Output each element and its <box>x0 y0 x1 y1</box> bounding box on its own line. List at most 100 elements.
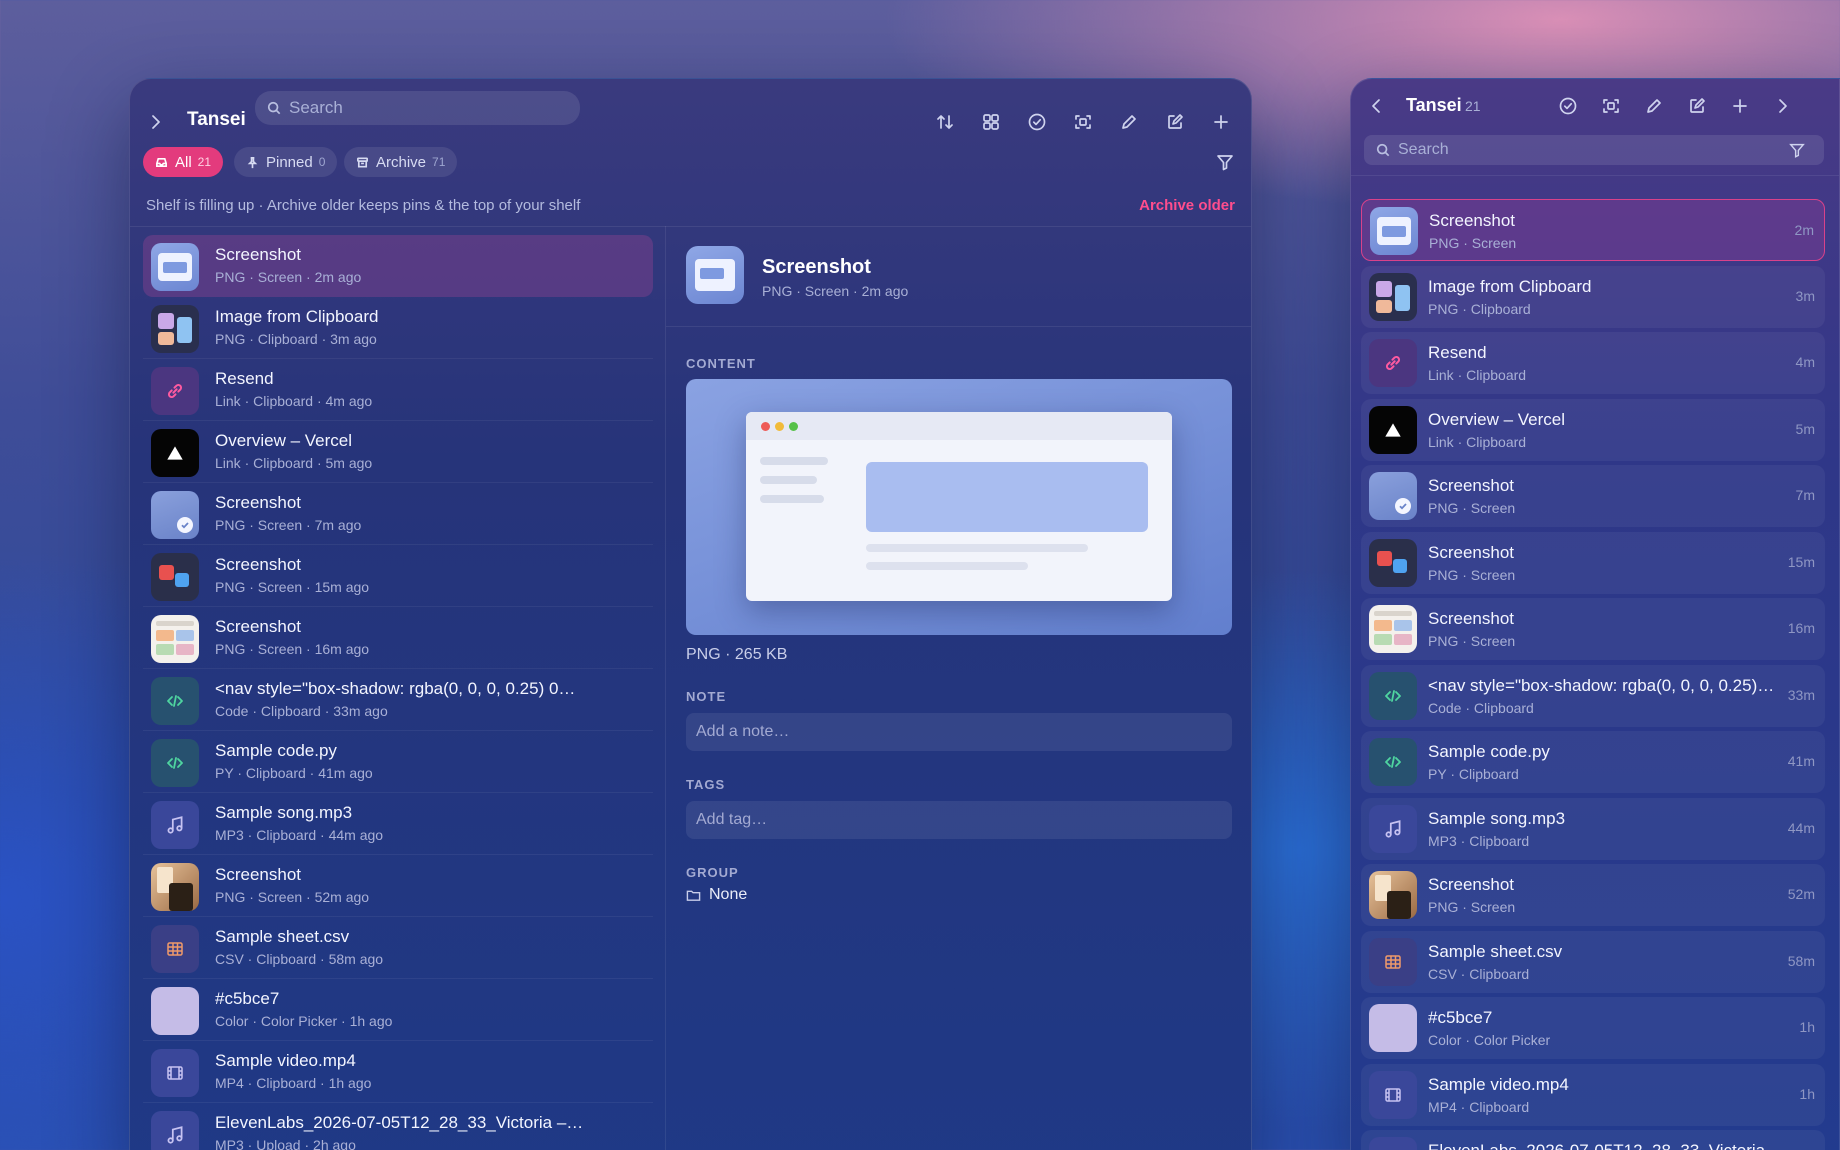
item-age: 33m <box>1787 686 1815 703</box>
screenshot-thumbnail <box>1369 472 1417 520</box>
content-preview[interactable] <box>686 379 1232 635</box>
pen-button[interactable] <box>1114 107 1144 137</box>
item-title: Resend <box>215 369 274 388</box>
side-select-button[interactable] <box>1553 91 1583 121</box>
vercel-logo-icon <box>1369 405 1417 454</box>
group-label: GROUP <box>686 865 739 880</box>
side-item-count: 21 <box>1465 98 1481 114</box>
item-age: 16m <box>1787 620 1815 636</box>
photo-thumbnail <box>1369 871 1417 919</box>
side-list-item[interactable]: Screenshot PNG · Screen 15m <box>1361 531 1825 594</box>
list-item[interactable]: Screenshot PNG · Screen · 52m ago <box>143 855 653 917</box>
list-item[interactable]: Screenshot PNG · Screen · 16m ago <box>143 607 653 669</box>
preview-titlebar <box>746 412 1172 440</box>
vercel-logo-icon <box>151 429 199 477</box>
item-title: Screenshot <box>1429 211 1515 230</box>
side-search-placeholder: Search <box>1398 141 1449 158</box>
filter-chip-pinned[interactable]: Pinned 0 <box>234 147 338 177</box>
archive-older-button[interactable]: Archive older <box>1139 197 1235 214</box>
list-item[interactable]: Screenshot PNG · Screen · 15m ago <box>143 545 653 607</box>
photo-thumbnail <box>151 863 199 911</box>
tags-label: TAGS <box>686 777 726 792</box>
side-list-item[interactable]: ElevenLabs_2026-07-05T12_28_33_Victoria <box>1361 1130 1825 1150</box>
list-item[interactable]: Sample song.mp3 MP3 · Clipboard · 44m ago <box>143 793 653 855</box>
list-item[interactable]: Sample video.mp4 MP4 · Clipboard · 1h ago <box>143 1041 653 1103</box>
list-item[interactable]: ElevenLabs_2026-07-05T12_28_33_Victoria … <box>143 1103 653 1150</box>
list-item[interactable]: #c5bce7 Color · Color Picker · 1h ago <box>143 979 653 1041</box>
item-title: Sample video.mp4 <box>1428 1074 1569 1094</box>
side-list-item[interactable]: Resend Link · Clipboard 4m <box>1361 332 1825 394</box>
note-input[interactable]: Add a note… <box>686 713 1232 751</box>
item-title: <nav style="box-shadow: rgba(0, 0, 0, 0.… <box>1428 675 1775 695</box>
check-circle-icon <box>1559 97 1577 115</box>
filter-chip-all[interactable]: All 21 <box>143 147 224 177</box>
side-list-item[interactable]: Sample song.mp3 MP3 · Clipboard 44m <box>1361 797 1825 860</box>
filter-count: 71 <box>432 155 446 169</box>
list-item[interactable]: Resend Link · Clipboard · 4m ago <box>143 359 653 421</box>
music-note-icon <box>1369 1137 1417 1150</box>
search-input[interactable]: Search <box>255 91 580 125</box>
filter-button[interactable] <box>1210 147 1240 177</box>
funnel-icon[interactable] <box>1788 141 1806 159</box>
side-app-title: Tansei <box>1406 95 1462 115</box>
side-list-item[interactable]: Sample video.mp4 MP4 · Clipboard 1h <box>1361 1063 1825 1126</box>
sort-button[interactable] <box>930 107 960 137</box>
grid-view-button[interactable] <box>976 107 1006 137</box>
side-list-item[interactable]: Screenshot PNG · Screen 7m <box>1361 465 1825 527</box>
item-title: Resend <box>1428 343 1487 362</box>
list-item[interactable]: Screenshot PNG · Screen · 7m ago <box>143 483 653 545</box>
side-list-item[interactable]: Screenshot PNG · Screen 16m <box>1361 598 1825 660</box>
side-list-item[interactable]: Image from Clipboard PNG · Clipboard 3m <box>1361 265 1825 328</box>
screen-capture-icon <box>1603 99 1619 113</box>
item-age: 58m <box>1787 952 1815 969</box>
list-item[interactable]: Screenshot PNG · Screen · 2m ago <box>143 235 653 297</box>
side-list-item[interactable]: Screenshot PNG · Screen 2m <box>1361 199 1825 261</box>
forward-chevron-button[interactable] <box>1768 91 1798 121</box>
side-list-item[interactable]: Screenshot PNG · Screen 52m <box>1361 864 1825 926</box>
list-item[interactable]: Sample code.py PY · Clipboard · 41m ago <box>143 731 653 793</box>
compose-button[interactable] <box>1160 107 1190 137</box>
back-chevron-button[interactable] <box>1361 91 1391 121</box>
list-item[interactable]: Image from Clipboard PNG · Clipboard · 3m… <box>143 297 653 359</box>
image-thumbnail <box>151 305 199 353</box>
side-list-item[interactable]: Sample sheet.csv CSV · Clipboard 58m <box>1361 930 1825 993</box>
list-item[interactable]: <nav style="box-shadow: rgba(0, 0, 0, 0.… <box>143 669 653 731</box>
item-subtitle: PNG · Screen <box>1428 899 1516 915</box>
item-title: Screenshot <box>215 245 301 264</box>
tags-input[interactable]: Add tag… <box>686 801 1232 839</box>
side-compose-button[interactable] <box>1682 91 1712 121</box>
side-list-item[interactable]: <nav style="box-shadow: rgba(0, 0, 0, 0.… <box>1361 664 1825 727</box>
funnel-icon <box>1217 155 1233 171</box>
item-subtitle: PNG · Screen <box>1428 633 1516 649</box>
detail-title: Screenshot <box>762 256 871 278</box>
side-search-input[interactable]: Search <box>1364 135 1824 165</box>
filter-count: 0 <box>318 155 326 169</box>
grid-icon <box>983 114 999 130</box>
capture-button[interactable] <box>1068 107 1098 137</box>
list-item[interactable]: Overview – Vercel Link · Clipboard · 5m a… <box>143 421 653 483</box>
item-title: ElevenLabs_2026-07-05T12_28_33_Victoria <box>1428 1141 1765 1150</box>
music-note-icon <box>1369 804 1417 853</box>
item-title: Image from Clipboard <box>1428 276 1592 296</box>
select-button[interactable] <box>1022 107 1052 137</box>
item-subtitle: Link · Clipboard · 4m ago <box>215 393 373 409</box>
link-icon <box>151 367 199 415</box>
side-pen-button[interactable] <box>1639 91 1669 121</box>
side-list-item[interactable]: Overview – Vercel Link · Clipboard 5m <box>1361 398 1825 461</box>
compose-icon <box>1168 114 1183 129</box>
item-title: Screenshot <box>215 865 301 884</box>
add-button[interactable] <box>1206 107 1236 137</box>
expand-chevron-button[interactable] <box>141 107 171 137</box>
item-title: Screenshot <box>1428 542 1514 562</box>
side-list-item[interactable]: Sample code.py PY · Clipboard 41m <box>1361 731 1825 793</box>
list-item[interactable]: Sample sheet.csv CSV · Clipboard · 58m ag… <box>143 917 653 979</box>
side-add-button[interactable] <box>1725 91 1755 121</box>
side-capture-button[interactable] <box>1596 91 1626 121</box>
filter-chip-archive[interactable]: Archive 71 <box>344 147 458 177</box>
side-item-list: Screenshot PNG · Screen 2m Image from Clip… <box>1361 199 1825 1150</box>
content-label: CONTENT <box>686 356 756 371</box>
side-list-item[interactable]: #c5bce7 Color · Color Picker 1h <box>1361 997 1825 1059</box>
archive-icon <box>357 156 368 168</box>
group-selector[interactable]: None <box>686 886 747 904</box>
screenshot-thumbnail <box>1370 207 1418 255</box>
